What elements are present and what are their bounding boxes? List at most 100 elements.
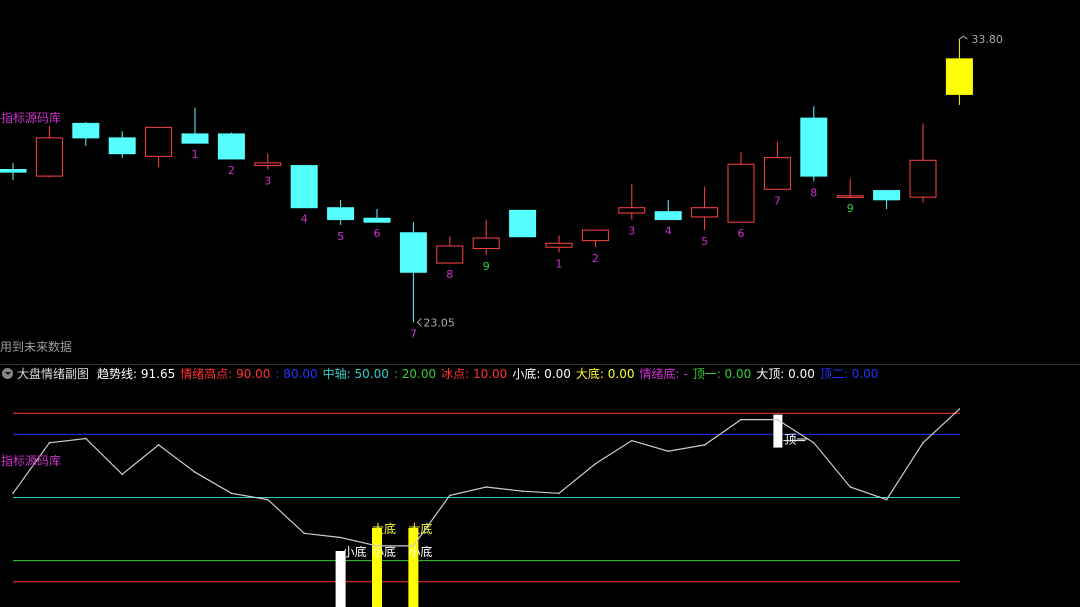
sequence-count-label: 2	[592, 252, 599, 265]
trend-point	[157, 444, 160, 446]
trend-point	[558, 492, 560, 495]
sequence-count-label: 9	[847, 202, 854, 215]
trend-point	[194, 471, 196, 474]
candle-body	[399, 232, 427, 273]
trend-point	[667, 450, 669, 452]
sequence-count-label: 4	[665, 225, 672, 238]
sequence-count-label: 2	[228, 164, 235, 177]
trend-point	[412, 545, 415, 547]
trend-point	[267, 498, 269, 501]
trend-point	[885, 498, 888, 501]
legend-item-10: 大顶: 0.00	[756, 367, 815, 381]
sequence-count-label: 3	[628, 225, 635, 238]
candle-body	[181, 133, 209, 144]
price-low-marker	[416, 317, 422, 327]
legend-item-7: 大底: 0.00	[575, 367, 635, 381]
trend-point	[85, 437, 87, 440]
bottom-signal-bar	[372, 528, 382, 607]
legend-item-1: 情绪高点: 90.00	[180, 367, 271, 381]
trend-point	[121, 473, 123, 476]
candle-body	[618, 207, 646, 214]
candle-body	[581, 229, 609, 242]
trend-point	[776, 418, 779, 421]
candle-body	[945, 58, 973, 95]
top-signal-label: 顶一	[784, 433, 808, 447]
candle-body	[509, 209, 537, 238]
trend-point	[958, 408, 961, 410]
candle-body	[727, 163, 755, 223]
sequence-count-label: 1	[192, 148, 199, 161]
candle-body	[691, 207, 719, 218]
legend-item-5: 冰点: 10.00	[441, 367, 508, 381]
legend-item-8: 情绪底: -	[639, 367, 688, 381]
candle-body	[909, 159, 937, 198]
trend-point	[813, 441, 815, 444]
trend-point	[703, 444, 706, 446]
trend-point	[521, 490, 524, 492]
trend-point	[12, 492, 14, 495]
trend-point	[849, 486, 851, 488]
trend-point	[230, 492, 233, 495]
sequence-count-label: 4	[301, 213, 308, 226]
trend-point	[485, 486, 488, 488]
trend-point	[740, 418, 742, 421]
candlestick-chart: 12345 6789 1 23 45678933.8023.05小底大底小底大底小底顶一	[0, 33, 1003, 607]
sequence-count-label: 8	[446, 268, 453, 281]
candle-body	[363, 217, 391, 223]
bottom-signal-bar	[408, 528, 419, 607]
legend-item-6: 小底: 0.00	[512, 367, 571, 381]
candle-body	[800, 117, 828, 177]
candle-body	[108, 137, 136, 155]
future-data-notice: 用到未来数据	[0, 340, 73, 354]
trend-point	[631, 439, 633, 442]
candle-body	[327, 207, 355, 221]
sequence-count-label: 1	[556, 258, 563, 271]
legend-item-9: 顶一: 0.00	[692, 367, 752, 381]
candle-body	[0, 169, 27, 173]
sequence-count-label: 9	[483, 260, 490, 273]
sequence-count-label: 5	[337, 230, 344, 243]
legend-item-3: 中轴: 50.00	[322, 367, 389, 381]
legend-item-0: 趋势线: 91.65	[97, 367, 176, 381]
candle-body	[436, 245, 464, 264]
dadi-label: 大底	[372, 521, 396, 536]
bottom-signal-bar	[335, 551, 346, 607]
trend-point	[922, 441, 924, 444]
candle-body	[217, 133, 245, 160]
sequence-count-label: 8	[810, 186, 817, 199]
candle-body	[654, 211, 682, 221]
sequence-count-label: 3	[264, 175, 271, 188]
sequence-count-label: 7	[774, 194, 781, 207]
trend-line	[12, 408, 960, 547]
trend-point	[303, 532, 306, 535]
indicator-name[interactable]: 大盘情绪副图	[17, 367, 89, 381]
legend-item-2: : 80.00	[275, 367, 318, 381]
watermark-label-top: 指标源码库	[1, 111, 62, 125]
sequence-count-label: 6	[374, 227, 381, 240]
watermark-label-bottom: 指标源码库	[1, 454, 62, 468]
trend-point	[449, 494, 451, 497]
candle-body	[472, 237, 500, 250]
sequence-count-label: 5	[701, 235, 708, 248]
price-low-label: 23.05	[423, 316, 455, 329]
candle-body	[290, 165, 318, 209]
price-high-label: 33.80	[971, 33, 1003, 46]
trend-point	[339, 536, 342, 539]
sequence-count-label: 7	[410, 327, 417, 340]
trend-point	[376, 545, 378, 547]
candle-body	[254, 162, 282, 167]
indicator-legend: 大盘情绪副图 趋势线: 91.65 情绪高点: 90.00 : 80.00 中轴: 50…	[0, 365, 1080, 383]
xiaodi-label: 小底	[343, 544, 367, 559]
collapse-toggle-icon[interactable]	[2, 368, 13, 379]
candle-body	[35, 137, 63, 177]
trend-point	[48, 441, 51, 444]
candle-body	[72, 122, 100, 139]
candle-body	[145, 126, 173, 157]
candle-body	[763, 157, 791, 190]
price-high-marker	[959, 35, 968, 40]
trend-point	[594, 463, 597, 465]
candle-body	[545, 242, 573, 248]
legend-item-11: 顶二: 0.00	[819, 367, 879, 381]
legend-item-4: : 20.00	[393, 367, 437, 381]
sequence-count-label: 6	[738, 227, 745, 240]
